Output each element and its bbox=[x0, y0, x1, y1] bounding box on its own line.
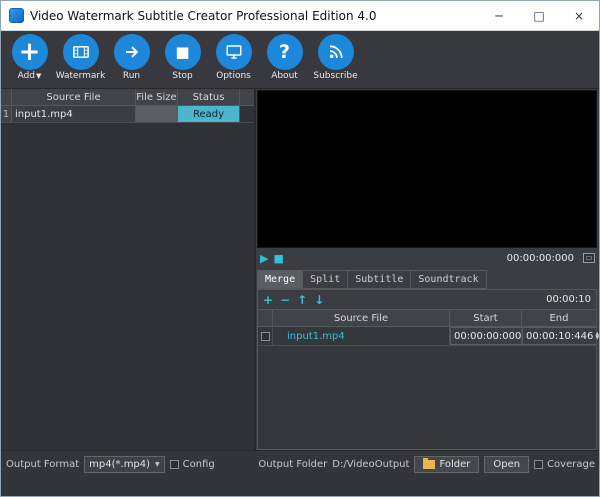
merge-table-empty-area bbox=[258, 346, 596, 449]
run-button[interactable]: Run bbox=[109, 34, 154, 81]
window-title: Video Watermark Subtitle Creator Profess… bbox=[30, 9, 376, 23]
run-label: Run bbox=[123, 71, 140, 81]
editor-tabs: Merge Split Subtitle Soundtrack bbox=[257, 270, 597, 289]
merge-table: Source File Start End input1.mp4 00:00:0… bbox=[257, 310, 597, 450]
row-number: 1 bbox=[1, 106, 12, 122]
config-checkbox-group[interactable]: Config bbox=[170, 456, 215, 473]
output-format-label: Output Format bbox=[6, 456, 79, 473]
minimize-button[interactable]: ─ bbox=[479, 1, 519, 31]
about-icon: ? bbox=[267, 34, 303, 70]
close-button[interactable]: × bbox=[559, 1, 599, 31]
coverage-label: Coverage bbox=[547, 459, 595, 470]
options-label: Options bbox=[216, 71, 251, 81]
video-preview[interactable] bbox=[257, 90, 597, 248]
tab-subtitle[interactable]: Subtitle bbox=[348, 270, 411, 289]
merge-table-header: Source File Start End bbox=[258, 310, 596, 327]
merge-table-row[interactable]: input1.mp4 00:00:00:000 ▲▼ 00:00:10:446 … bbox=[258, 327, 596, 346]
output-format-select[interactable]: mp4(*.mp4) ▼ bbox=[84, 456, 165, 473]
output-folder-path: D:/VideoOutput bbox=[332, 459, 409, 470]
playback-controls: ▶ ■ 00:00:00:000 bbox=[256, 248, 599, 268]
file-list-empty-area bbox=[1, 123, 254, 450]
play-button[interactable]: ▶ bbox=[260, 253, 268, 264]
add-label: Add bbox=[18, 71, 35, 81]
options-icon bbox=[216, 34, 252, 70]
clip-checkbox[interactable] bbox=[261, 332, 270, 341]
subscribe-label: Subscribe bbox=[313, 71, 357, 81]
coverage-checkbox-group[interactable]: Coverage bbox=[534, 456, 595, 473]
app-window: Video Watermark Subtitle Creator Profess… bbox=[0, 0, 600, 497]
status-column-header[interactable]: Status bbox=[178, 89, 240, 105]
main-area: Source File File Size Status 1 input1.mp… bbox=[1, 89, 599, 450]
merge-source-file-header[interactable]: Source File bbox=[273, 310, 450, 326]
status-badge: Ready bbox=[178, 106, 240, 122]
main-toolbar: + Add▼ Watermark Run ■ Stop Options ? bbox=[1, 31, 599, 89]
run-icon bbox=[114, 34, 150, 70]
app-icon bbox=[9, 8, 24, 23]
folder-button[interactable]: Folder bbox=[414, 456, 479, 473]
maximize-button[interactable]: □ bbox=[519, 1, 559, 31]
tab-split[interactable]: Split bbox=[303, 270, 348, 289]
spinner-arrows-icon[interactable]: ▲▼ bbox=[593, 332, 599, 340]
options-button[interactable]: Options bbox=[211, 34, 256, 81]
source-file-panel: Source File File Size Status 1 input1.mp… bbox=[1, 89, 256, 450]
move-down-icon[interactable]: ↓ bbox=[314, 294, 324, 306]
watermark-label: Watermark bbox=[56, 71, 106, 81]
total-duration: 00:00:10 bbox=[546, 294, 591, 305]
merge-end-header[interactable]: End bbox=[522, 310, 596, 326]
config-checkbox[interactable] bbox=[170, 460, 179, 469]
file-size-column-header[interactable]: File Size bbox=[136, 89, 178, 105]
about-button[interactable]: ? About bbox=[262, 34, 307, 81]
tab-soundtrack[interactable]: Soundtrack bbox=[411, 270, 486, 289]
merge-start-header[interactable]: Start bbox=[450, 310, 522, 326]
coverage-checkbox[interactable] bbox=[534, 460, 543, 469]
table-row[interactable]: 1 input1.mp4 Ready bbox=[1, 106, 254, 123]
watermark-button[interactable]: Watermark bbox=[58, 34, 103, 81]
config-label: Config bbox=[183, 459, 215, 470]
watermark-icon bbox=[63, 34, 99, 70]
folder-icon bbox=[423, 460, 435, 469]
file-size-cell bbox=[136, 106, 178, 122]
snapshot-icon[interactable] bbox=[583, 253, 595, 263]
start-time-spinner[interactable]: 00:00:00:000 ▲▼ bbox=[450, 327, 522, 345]
titlebar: Video Watermark Subtitle Creator Profess… bbox=[1, 1, 599, 31]
source-file-column-header[interactable]: Source File bbox=[12, 89, 136, 105]
window-controls: ─ □ × bbox=[479, 1, 599, 31]
output-folder-label: Output Folder bbox=[258, 459, 327, 470]
output-folder-group: Output Folder D:/VideoOutput bbox=[258, 456, 409, 473]
merge-actions: + − ↑ ↓ 00:00:10 bbox=[257, 289, 597, 310]
preview-panel: ▶ ■ 00:00:00:000 Merge Split Subtitle So… bbox=[256, 89, 599, 450]
tab-merge[interactable]: Merge bbox=[257, 270, 303, 289]
end-time-spinner[interactable]: 00:00:10:446 ▲▼ bbox=[522, 327, 596, 345]
add-clip-icon[interactable]: + bbox=[263, 294, 273, 306]
chevron-down-icon: ▼ bbox=[155, 461, 160, 468]
open-button[interactable]: Open bbox=[484, 456, 529, 473]
about-label: About bbox=[271, 71, 298, 81]
stop-button[interactable]: ■ Stop bbox=[160, 34, 205, 81]
merge-source-file-cell[interactable]: input1.mp4 bbox=[273, 327, 450, 345]
row-number-header bbox=[1, 89, 12, 105]
playback-timecode: 00:00:00:000 bbox=[507, 253, 574, 264]
move-up-icon[interactable]: ↑ bbox=[297, 294, 307, 306]
stop-playback-button[interactable]: ■ bbox=[273, 253, 283, 264]
add-dropdown-icon[interactable]: ▼ bbox=[36, 72, 41, 80]
stop-label: Stop bbox=[172, 71, 192, 81]
source-table-header: Source File File Size Status bbox=[1, 89, 254, 106]
subscribe-icon bbox=[318, 34, 354, 70]
source-file-cell[interactable]: input1.mp4 bbox=[12, 106, 136, 122]
add-icon: + bbox=[12, 34, 48, 70]
add-button[interactable]: + Add▼ bbox=[7, 34, 52, 81]
stop-icon: ■ bbox=[165, 34, 201, 70]
remove-clip-icon[interactable]: − bbox=[280, 294, 290, 306]
subscribe-button[interactable]: Subscribe bbox=[313, 34, 358, 81]
status-bar: Output Format mp4(*.mp4) ▼ Config Output… bbox=[1, 450, 599, 496]
